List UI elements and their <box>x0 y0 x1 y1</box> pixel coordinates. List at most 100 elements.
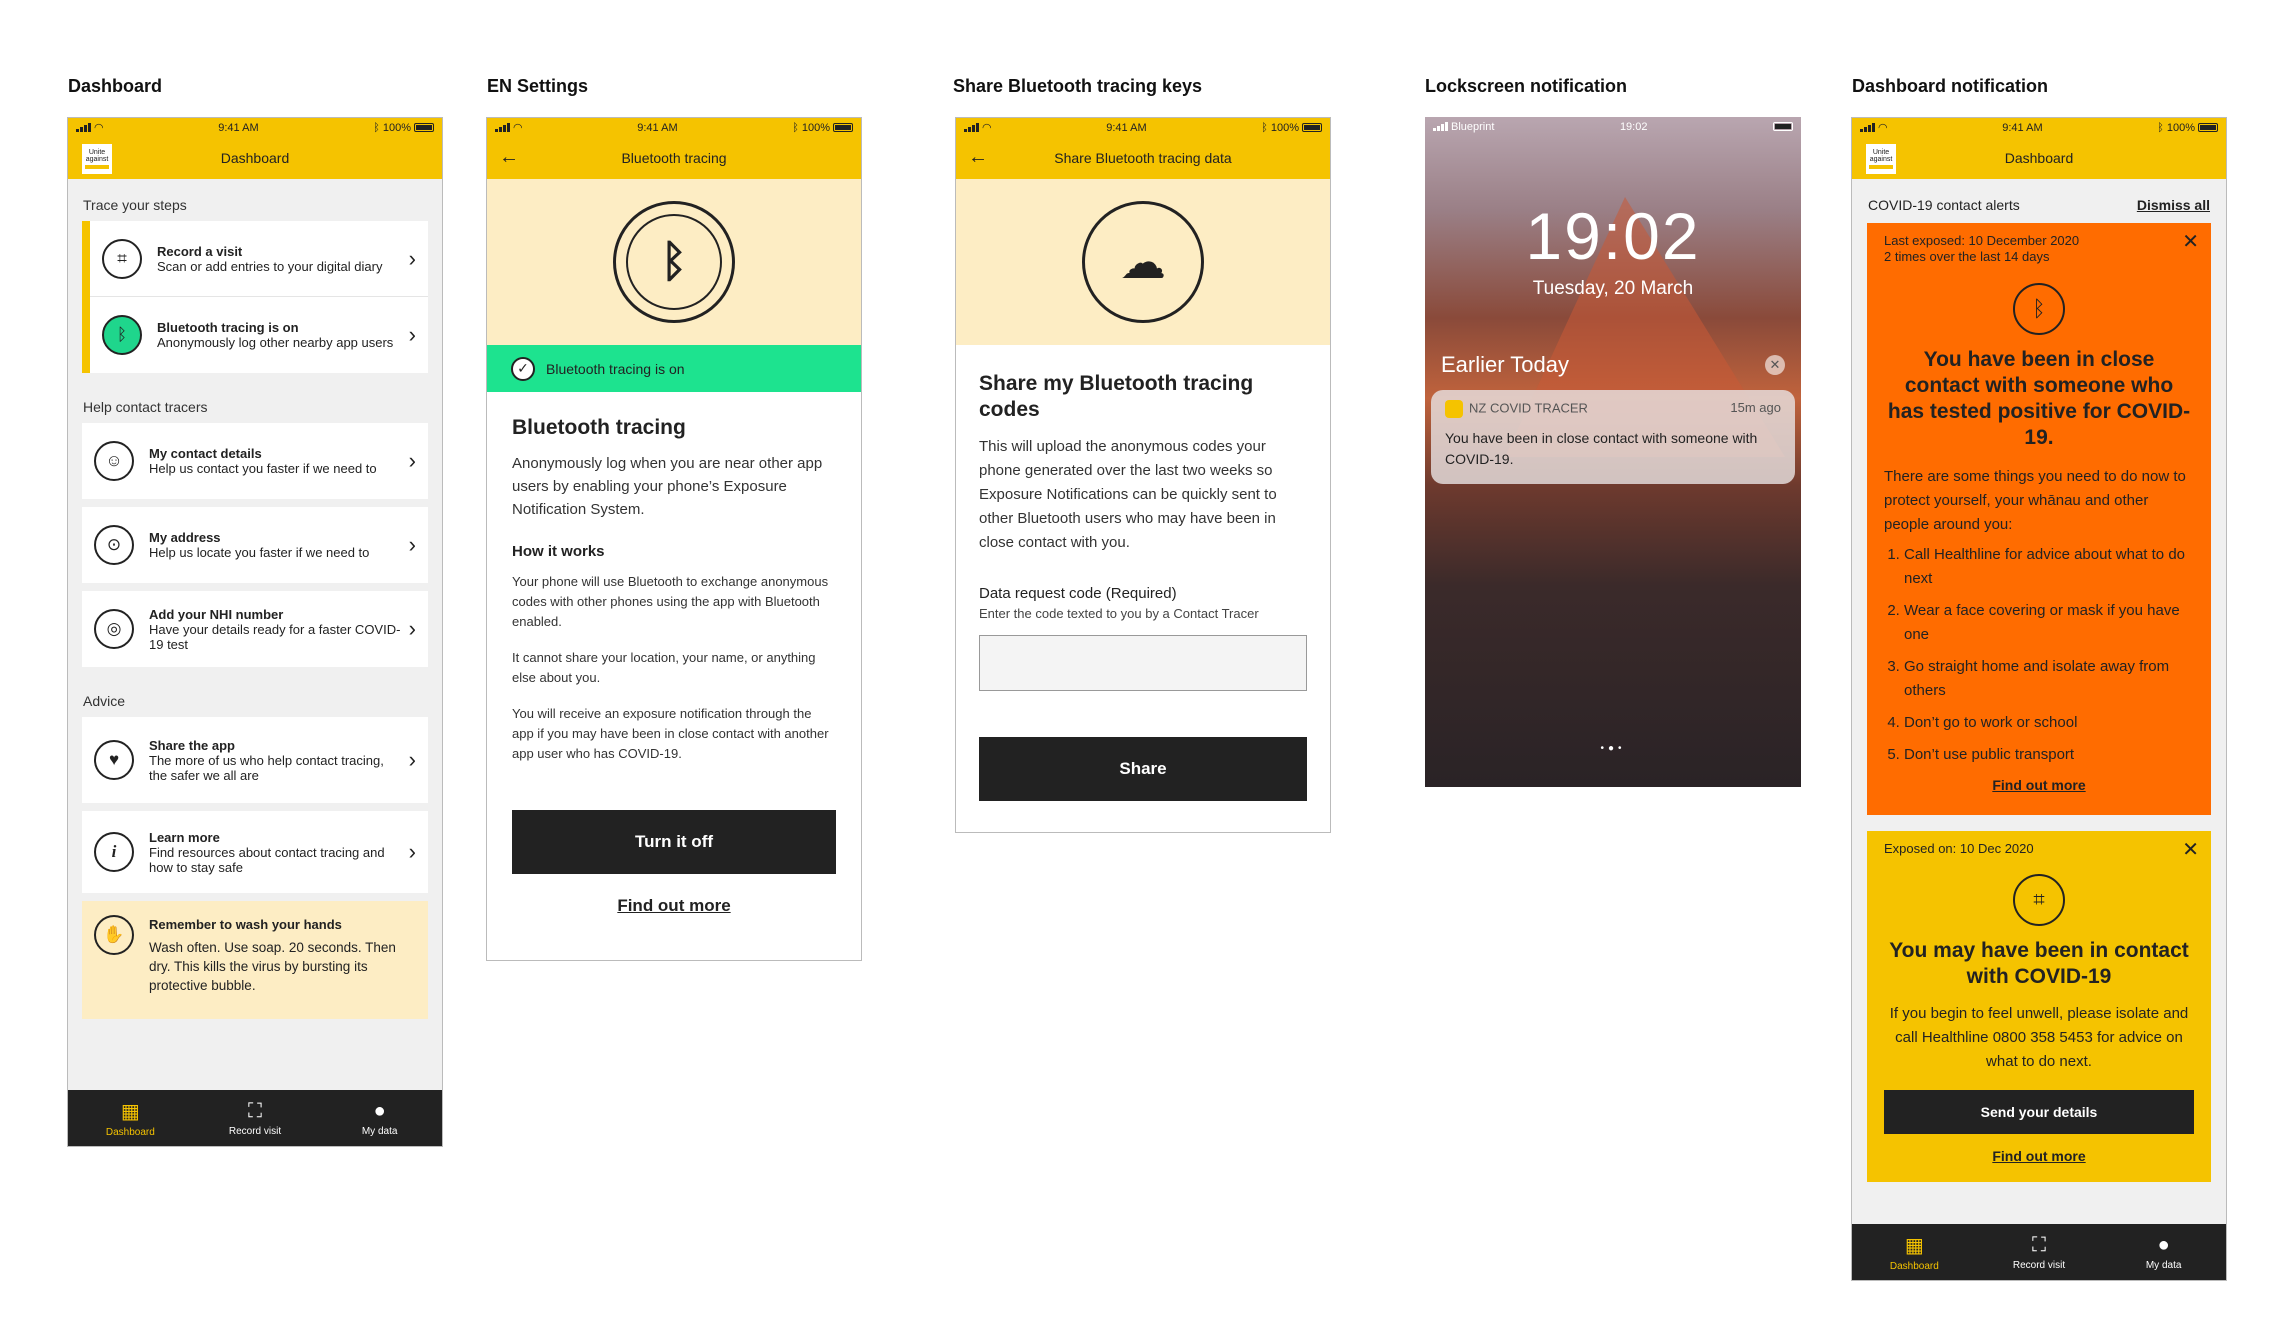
lock-date: Tuesday, 20 March <box>1532 278 1694 299</box>
alert-intro: There are some things you need to do now… <box>1884 468 2186 533</box>
send-details-button[interactable]: Send your details <box>1884 1090 2194 1134</box>
chevron-right-icon: › <box>408 747 416 772</box>
bluetooth-title: Bluetooth tracing is on <box>157 320 299 335</box>
person-icon: ● <box>373 1099 386 1122</box>
bluetooth-icon: ᛒ <box>102 315 142 355</box>
how-text-3: You will receive an exposure notificatio… <box>512 706 829 761</box>
signal-icon <box>964 123 979 132</box>
app-logo: Unite against <box>82 144 112 174</box>
check-icon: ✓ <box>511 356 535 381</box>
share-app-card[interactable]: ♥ Share the app The more of us who help c… <box>82 717 428 803</box>
tab-record-visit[interactable]: ⛶ Record visit <box>1999 1234 2079 1271</box>
carrier-name: Blueprint <box>1451 120 1495 133</box>
contact-card-icon: ☺ <box>94 441 134 481</box>
tab-bar: ▦ Dashboard ⛶ Record visit ● My data <box>1852 1224 2226 1280</box>
signal-icon <box>76 123 91 132</box>
signal-icon <box>495 123 510 132</box>
tab-dashboard[interactable]: ▦ Dashboard <box>90 1099 170 1138</box>
address-card[interactable]: ⊙ My address Help us locate you faster if… <box>82 507 428 583</box>
status-time: 9:41 AM <box>1106 121 1147 134</box>
share-button[interactable]: Share <box>979 737 1307 801</box>
bluetooth-icon: ᛒ <box>2013 283 2065 335</box>
action-item: Don’t go to work or school <box>1904 711 2194 735</box>
record-visit-card[interactable]: ⌗ Record a visit Scan or add entries to y… <box>90 221 428 297</box>
back-arrow-icon[interactable]: ← <box>968 147 988 167</box>
chevron-right-icon: › <box>408 839 416 864</box>
nhi-desc: Have your details ready for a faster COV… <box>149 621 401 652</box>
code-hint: Enter the code texted to you by a Contac… <box>979 606 1259 621</box>
nhi-card[interactable]: ◎ Add your NHI number Have your details r… <box>82 591 428 667</box>
screen-title-lockscreen: Lockscreen notification <box>1425 76 1628 96</box>
app-header: ← Share Bluetooth tracing data <box>956 137 1330 179</box>
page-title: Share Bluetooth tracing data <box>1054 150 1232 166</box>
earlier-today-label: Earlier Today <box>1441 352 1569 377</box>
battery-icon <box>1772 122 1793 131</box>
tab-my-data[interactable]: ● My data <box>2124 1234 2204 1271</box>
qr-icon: ⌗ <box>102 238 142 279</box>
en-settings-phone: ◠ 9:41 AM ᛒ 100% ← Bluetooth tracing ᛒ ✓ … <box>486 117 862 961</box>
fingerprint-icon: ◎ <box>94 609 134 649</box>
battery-level: 100% <box>382 121 411 134</box>
share-body: This will upload the anonymous codes you… <box>979 438 1277 551</box>
share-heading: Share my Bluetooth tracing codes <box>979 372 1254 421</box>
find-out-more-link[interactable]: Find out more <box>1884 1148 2194 1164</box>
action-item: Go straight home and isolate away from o… <box>1904 655 2194 703</box>
page-title: Dashboard <box>220 150 290 166</box>
contact-details-card[interactable]: ☺ My contact details Help us contact you … <box>82 423 428 499</box>
tab-record-visit[interactable]: ⛶ Record visit <box>215 1100 295 1137</box>
record-visit-desc: Scan or add entries to your digital diar… <box>157 258 383 274</box>
possible-heading: You may have been in contact with COVID-… <box>1889 939 2189 988</box>
location-pin-icon: ⊙ <box>94 525 134 565</box>
dashboard-icon: ▦ <box>1904 1234 1924 1257</box>
clear-notifications-icon[interactable]: ✕ <box>1765 355 1785 375</box>
close-icon[interactable]: ✕ <box>2182 837 2199 862</box>
status-time: 9:41 AM <box>218 121 259 134</box>
status-time: 9:41 AM <box>637 121 678 134</box>
back-arrow-icon[interactable]: ← <box>499 147 519 167</box>
action-list: Call Healthline for advice about what to… <box>1884 543 2194 767</box>
turn-off-button[interactable]: Turn it off <box>512 810 836 874</box>
tab-bar: ▦ Dashboard ⛶ Record visit ● My data <box>68 1090 442 1146</box>
wifi-icon: ◠ <box>94 122 104 134</box>
bluetooth-card[interactable]: ᛒ Bluetooth tracing is on Anonymously log… <box>90 297 428 373</box>
exposure-count: 2 times over the last 14 days <box>1884 249 2050 264</box>
battery-icon <box>833 123 853 132</box>
section-help: Help contact tracers <box>83 399 208 415</box>
wifi-icon: ◠ <box>1878 122 1888 134</box>
address-title: My address <box>149 530 221 545</box>
learn-more-card[interactable]: i Learn more Find resources about contact… <box>82 811 428 893</box>
status-bar: ◠ 9:41 AM ᛒ 100% <box>487 118 861 137</box>
status-bar: ◠ 9:41 AM ᛒ 100% <box>68 118 442 137</box>
possible-body: If you begin to feel unwell, please isol… <box>1889 1005 2189 1070</box>
bluetooth-icon: ᛒ <box>1261 121 1268 134</box>
dismiss-all-link[interactable]: Dismiss all <box>2137 197 2210 213</box>
info-icon: i <box>94 832 134 872</box>
battery-icon <box>2198 123 2218 132</box>
address-desc: Help us locate you faster if we need to <box>149 545 370 560</box>
contact-title: My contact details <box>149 446 262 461</box>
how-text-2: It cannot share your location, your name… <box>512 650 816 685</box>
qr-icon: ⌗ <box>2013 874 2065 926</box>
tab-my-data[interactable]: ● My data <box>340 1100 420 1137</box>
share-phone: ◠ 9:41 AM ᛒ 100% ← Share Bluetooth tracin… <box>955 117 1331 833</box>
hero-area: ᛒ <box>487 179 861 345</box>
find-out-more-link[interactable]: Find out more <box>1884 777 2194 793</box>
close-contact-alert: ✕ Last exposed: 10 December 2020 2 times… <box>1867 223 2211 815</box>
alerts-heading: COVID-19 contact alerts <box>1868 197 2020 213</box>
action-item: Don’t use public transport <box>1904 743 2194 767</box>
signal-icon <box>1860 123 1875 132</box>
code-label: Data request code (Required) <box>979 585 1177 602</box>
page-title: Dashboard <box>2004 150 2074 166</box>
status-bar: ◠ 9:41 AM ᛒ 100% <box>1852 118 2226 137</box>
dashboard-phone: ◠ 9:41 AM ᛒ 100% Unite against Dashboard T… <box>67 117 443 1147</box>
tab-dashboard[interactable]: ▦ Dashboard <box>1874 1233 1954 1272</box>
notification-card[interactable]: NZ COVID TRACER 15m ago You have been in… <box>1431 390 1795 484</box>
code-input[interactable] <box>979 635 1307 691</box>
wash-title: Remember to wash your hands <box>149 917 342 932</box>
hero-area: ☁ <box>956 179 1330 345</box>
find-out-more-link[interactable]: Find out more <box>512 896 836 916</box>
screen-title-share: Share Bluetooth tracing keys <box>953 76 1203 96</box>
close-icon[interactable]: ✕ <box>2182 229 2199 254</box>
hand-wash-icon: ✋ <box>94 915 134 955</box>
status-bar: Blueprint 19:02 <box>1425 117 1801 136</box>
